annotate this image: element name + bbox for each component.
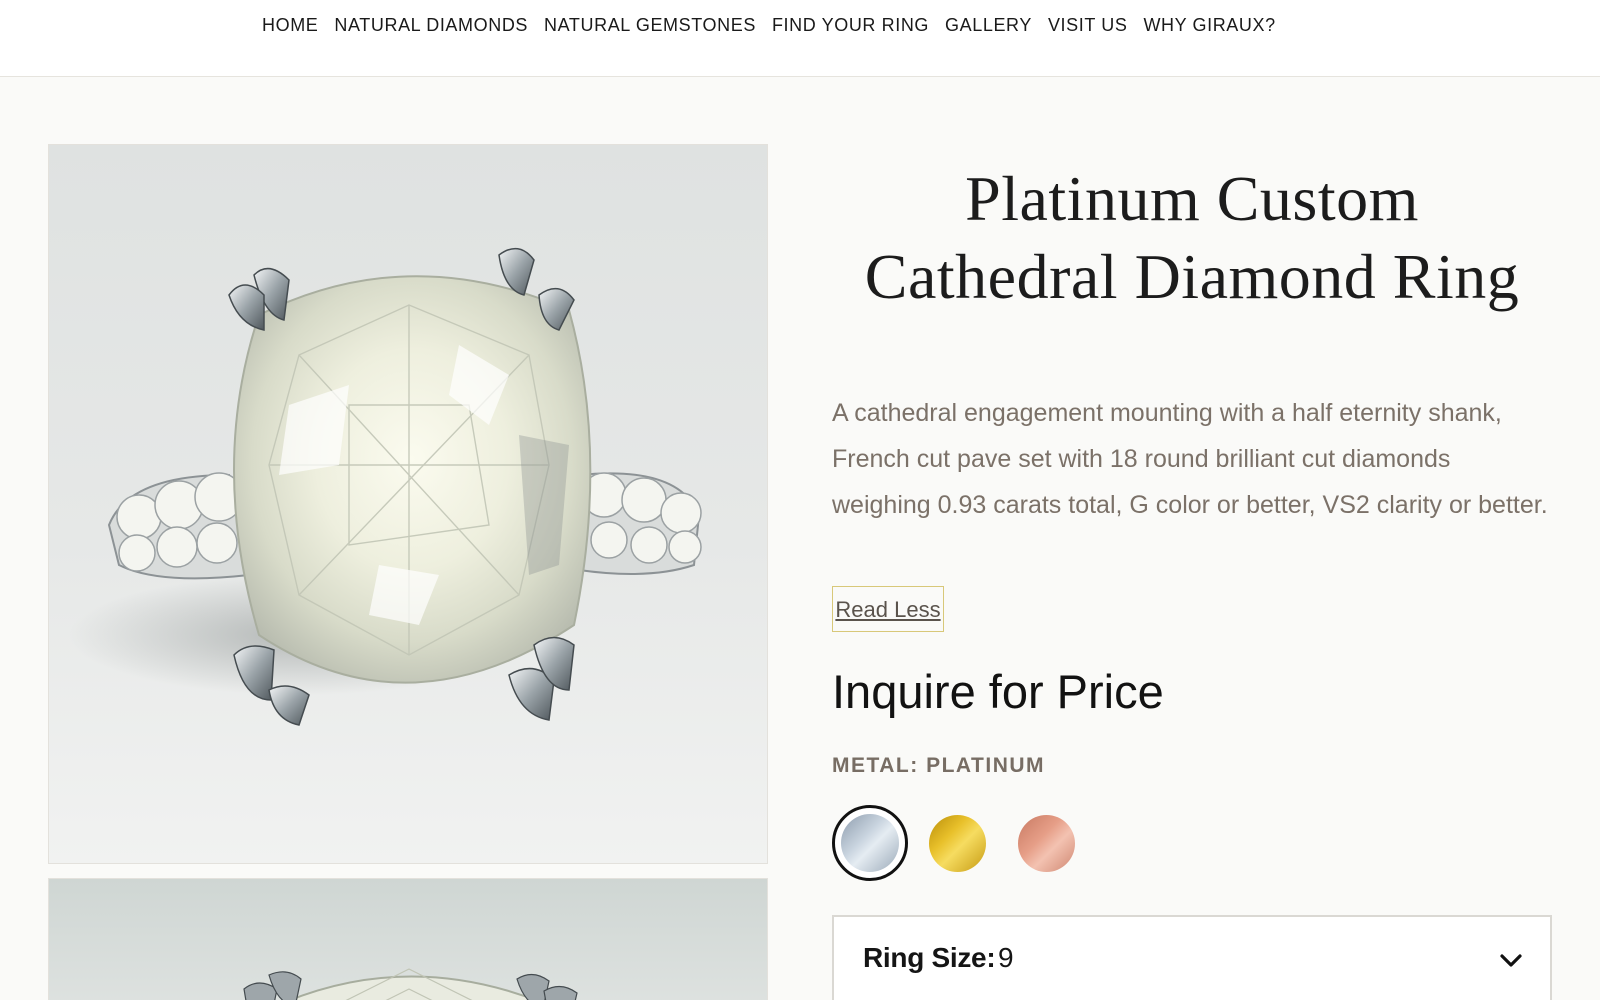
nav-link-why-giraux[interactable]: WHY GIRAUX?: [1143, 15, 1275, 35]
nav-link-natural-diamonds[interactable]: NATURAL DIAMONDS: [334, 15, 528, 35]
platinum-swatch-fill: [841, 814, 899, 872]
nav-link-home[interactable]: HOME: [262, 15, 318, 35]
ring-size-label: Ring Size:: [863, 942, 996, 973]
nav-item-home[interactable]: HOME: [262, 15, 318, 36]
ring-size-dropdown[interactable]: Ring Size: 9: [832, 915, 1552, 1000]
price-label: Inquire for Price: [832, 665, 1164, 718]
metal-swatch-rose-gold[interactable]: [1018, 815, 1075, 872]
nav-link-find-your-ring[interactable]: FIND YOUR RING: [772, 15, 929, 35]
nav-link-natural-gemstones[interactable]: NATURAL GEMSTONES: [544, 15, 756, 35]
nav-item-find-your-ring[interactable]: FIND YOUR RING: [772, 15, 929, 36]
ring-illustration: [69, 247, 702, 726]
read-less-button[interactable]: Read Less: [832, 586, 944, 632]
ring-illustration-secondary: [243, 968, 578, 1000]
nav-item-gallery[interactable]: GALLERY: [945, 15, 1032, 36]
ring-size-value: 9: [998, 942, 1014, 973]
nav-link-visit-us[interactable]: VISIT US: [1048, 15, 1128, 35]
metal-swatch-yellow-gold[interactable]: [929, 815, 986, 872]
product-image-main[interactable]: [48, 144, 768, 864]
product-title: Platinum Custom Cathedral Diamond Ring: [864, 163, 1520, 312]
nav-menu: HOME NATURAL DIAMONDS NATURAL GEMSTONES …: [262, 15, 1276, 36]
metal-swatch-platinum[interactable]: [832, 805, 908, 881]
nav-item-natural-gemstones[interactable]: NATURAL GEMSTONES: [544, 15, 756, 36]
nav-item-natural-diamonds[interactable]: NATURAL DIAMONDS: [334, 15, 528, 36]
chevron-down-icon: [1500, 954, 1522, 967]
metal-swatches: [832, 805, 1092, 881]
nav-item-visit-us[interactable]: VISIT US: [1048, 15, 1128, 36]
nav-link-gallery[interactable]: GALLERY: [945, 15, 1032, 35]
product-image-secondary[interactable]: [48, 878, 768, 1000]
product-description: A cathedral engagement mounting with a h…: [832, 399, 1548, 519]
metal-label: METAL: PLATINUM: [832, 754, 1046, 777]
nav-item-why-giraux[interactable]: WHY GIRAUX?: [1143, 15, 1275, 36]
top-navigation: HOME NATURAL DIAMONDS NATURAL GEMSTONES …: [0, 0, 1600, 77]
